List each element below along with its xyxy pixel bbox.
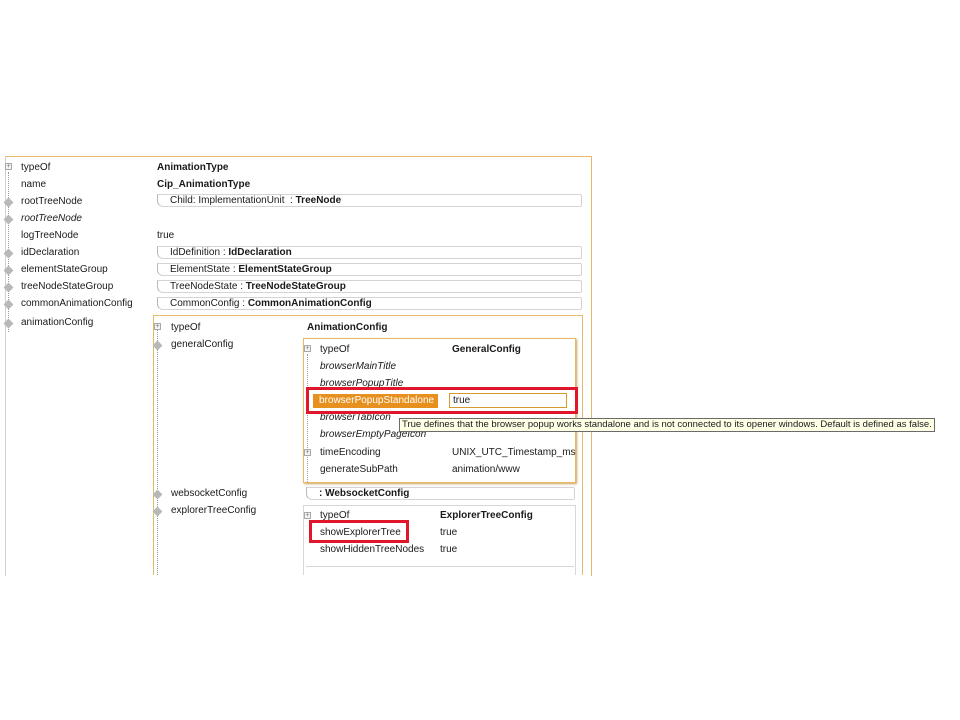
reference-prefix: Child: ImplementationUnit: [170, 195, 285, 206]
reference-type: IdDeclaration: [228, 247, 292, 258]
divider: [306, 566, 574, 567]
reference-prefix: TreeNodeState: [170, 281, 238, 292]
property-key[interactable]: typeOf: [320, 344, 349, 355]
highlight-box-show-explorer-tree: [309, 520, 409, 543]
reference-field[interactable]: CommonConfig : CommonAnimationConfig: [157, 297, 582, 310]
property-value[interactable]: Cip_AnimationType: [157, 179, 250, 190]
reference-field[interactable]: Child: ImplementationUnit : TreeNode: [157, 194, 582, 207]
property-value[interactable]: GeneralConfig: [452, 344, 521, 355]
property-key[interactable]: generalConfig: [171, 339, 233, 350]
reference-field[interactable]: IdDefinition : IdDeclaration: [157, 246, 582, 259]
property-value[interactable]: animation/www: [452, 464, 520, 475]
expand-typeof-icon[interactable]: +: [5, 163, 12, 170]
expand-timeencoding-icon[interactable]: +: [304, 449, 311, 456]
reference-prefix: CommonConfig: [170, 298, 240, 309]
property-key-unset[interactable]: browserMainTitle: [320, 361, 396, 372]
property-key[interactable]: typeOf: [21, 162, 50, 173]
property-key[interactable]: elementStateGroup: [21, 264, 108, 275]
reference-type: ElementStateGroup: [238, 264, 332, 275]
property-key[interactable]: rootTreeNode: [21, 196, 82, 207]
property-key[interactable]: websocketConfig: [171, 488, 247, 499]
property-key[interactable]: animationConfig: [21, 317, 93, 328]
property-key[interactable]: showHiddenTreeNodes: [320, 544, 424, 555]
expand-typeof-icon[interactable]: +: [304, 512, 311, 519]
tree-guide-line: [307, 354, 308, 482]
property-value[interactable]: AnimationType: [157, 162, 228, 173]
property-value[interactable]: true: [157, 230, 174, 241]
property-value[interactable]: ExplorerTreeConfig: [440, 510, 533, 521]
reference-field[interactable]: : WebsocketConfig: [306, 487, 575, 500]
property-key[interactable]: generateSubPath: [320, 464, 398, 475]
property-key[interactable]: explorerTreeConfig: [171, 505, 256, 516]
reference-prefix: ElementState: [170, 264, 231, 275]
tooltip: True defines that the browser popup work…: [399, 418, 935, 432]
property-key[interactable]: name: [21, 179, 46, 190]
reference-field[interactable]: TreeNodeState : TreeNodeStateGroup: [157, 280, 582, 293]
property-value[interactable]: true: [440, 544, 457, 555]
property-value[interactable]: UNIX_UTC_Timestamp_ms: [452, 447, 576, 458]
reference-separator: :: [287, 195, 296, 206]
property-key-unset[interactable]: rootTreeNode: [21, 213, 82, 224]
expand-typeof-icon[interactable]: +: [154, 323, 161, 330]
property-key[interactable]: timeEncoding: [320, 447, 381, 458]
reference-type: TreeNodeStateGroup: [245, 281, 346, 292]
reference-field[interactable]: ElementState : ElementStateGroup: [157, 263, 582, 276]
property-key[interactable]: treeNodeStateGroup: [21, 281, 113, 292]
expand-typeof-icon[interactable]: +: [304, 345, 311, 352]
property-value[interactable]: AnimationConfig: [307, 322, 388, 333]
highlight-box-browser-popup-standalone: [306, 387, 578, 414]
property-key[interactable]: idDeclaration: [21, 247, 79, 258]
property-key[interactable]: logTreeNode: [21, 230, 78, 241]
reference-prefix: IdDefinition: [170, 247, 221, 258]
tree-guide-line: [157, 330, 158, 575]
property-key[interactable]: commonAnimationConfig: [21, 298, 133, 309]
property-key[interactable]: typeOf: [171, 322, 200, 333]
reference-type: TreeNode: [295, 195, 342, 206]
reference-type: CommonAnimationConfig: [247, 298, 372, 309]
property-value[interactable]: true: [440, 527, 457, 538]
